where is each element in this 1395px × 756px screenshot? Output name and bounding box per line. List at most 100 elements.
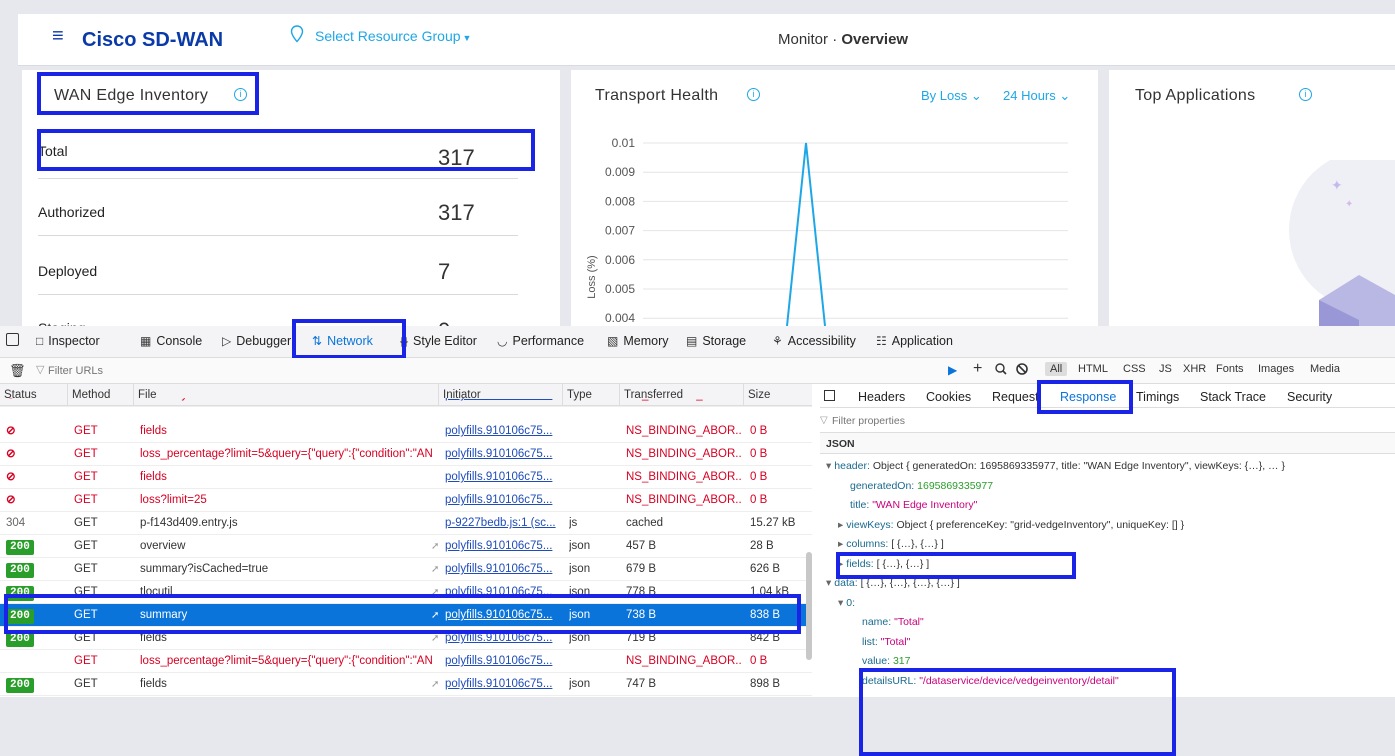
- info-icon[interactable]: i: [1299, 88, 1312, 101]
- file-cell: overview: [140, 535, 437, 558]
- table-row[interactable]: ⊘ GET fields polyfills.910106c75... NS_BINDI…: [0, 466, 812, 489]
- table-row[interactable]: ⊘ GET fields polyfills.910106c75... NS_BINDI…: [0, 420, 812, 443]
- tab-stack-trace[interactable]: Stack Trace: [1200, 390, 1266, 404]
- type-filter-images[interactable]: Images: [1258, 363, 1294, 375]
- pick-element-icon[interactable]: [6, 333, 19, 346]
- xhr-arrow-icon: ➚: [431, 541, 440, 552]
- table-row[interactable]: 200 GET tlocutil ➚ polyfills.910106c75... jso…: [0, 581, 812, 604]
- toggle-sidebar-icon[interactable]: [824, 390, 835, 401]
- info-icon[interactable]: i: [234, 88, 247, 101]
- y-tick-label: 0.01: [612, 136, 636, 150]
- range-dropdown[interactable]: 24 Hours ⌄: [1003, 88, 1070, 104]
- tab-response[interactable]: Response: [1060, 390, 1116, 404]
- initiator-text[interactable]: polyfills.910106c75...: [445, 632, 552, 644]
- expand-arrow-icon[interactable]: ▾: [826, 577, 831, 589]
- initiator-text[interactable]: polyfills.910106c75...: [445, 586, 552, 598]
- json-node[interactable]: ▸ viewKeys: Object { preferenceKey: "grid…: [838, 519, 1184, 531]
- resource-group-dropdown[interactable]: Select Resource Group ▼: [315, 28, 471, 44]
- type-filter-media[interactable]: Media: [1310, 363, 1340, 375]
- tab-headers[interactable]: Headers: [858, 390, 905, 404]
- initiator-text[interactable]: polyfills.910106c75...: [445, 609, 552, 621]
- y-tick-label: 0.009: [605, 165, 635, 179]
- initiator-text[interactable]: polyfills.910106c75...: [445, 425, 552, 437]
- plus-icon[interactable]: +: [973, 360, 982, 378]
- play-icon[interactable]: ▶: [948, 363, 957, 377]
- json-token: [ {…}, {…} ]: [891, 538, 944, 550]
- tab-timings[interactable]: Timings: [1136, 390, 1179, 404]
- scrollbar-thumb[interactable]: [806, 552, 812, 660]
- block-icon[interactable]: [1015, 361, 1029, 377]
- initiator-text[interactable]: polyfills.910106c75...: [445, 494, 552, 506]
- tab-accessibility[interactable]: ⚘ Accessibility: [772, 334, 856, 348]
- file-cell: summary: [140, 398, 437, 406]
- table-row[interactable]: 200 GET summary?isCached=true ➚ polyfills.91…: [0, 558, 812, 581]
- metric-dropdown[interactable]: By Loss ⌄: [921, 88, 982, 104]
- tab-inspector[interactable]: □ Inspector: [36, 334, 100, 348]
- expand-arrow-icon[interactable]: ▾: [838, 597, 843, 609]
- hamburger-icon[interactable]: ≡: [52, 26, 64, 46]
- collapse-arrow-icon[interactable]: ▸: [838, 558, 843, 570]
- table-row[interactable]: 200 GET overview ➚ polyfills.910106c75... jso…: [0, 535, 812, 558]
- table-row[interactable]: 200 GET fields ➚ polyfills.910106c75... json 7…: [0, 673, 812, 696]
- trash-icon[interactable]: 🗑: [9, 363, 26, 379]
- initiator-text[interactable]: polyfills.910106c75...: [445, 655, 552, 667]
- search-icon[interactable]: [995, 361, 1007, 377]
- tab-label: Console: [156, 334, 203, 348]
- json-token: Object { generatedOn: 1695869335977, tit…: [872, 460, 1285, 472]
- inventory-row-total[interactable]: Total 317: [38, 129, 518, 179]
- table-row[interactable]: ⊘ GET summary polyfills.910106c75... NS_BIND…: [0, 398, 812, 407]
- tab-debugger[interactable]: ▷ Debugger: [222, 334, 291, 348]
- json-node[interactable]: ▾ data: [ {…}, {…}, {…}, {…} ]: [826, 577, 960, 589]
- inventory-label: Total: [38, 143, 68, 159]
- initiator-text[interactable]: polyfills.910106c75...: [445, 678, 552, 690]
- inventory-row-authorized[interactable]: Authorized 317: [38, 186, 518, 236]
- type-filter-all[interactable]: All: [1045, 362, 1068, 376]
- tab-performance[interactable]: ◡ Performance: [497, 334, 584, 348]
- tab-application[interactable]: ☷ Application: [876, 334, 953, 348]
- tab-style-editor[interactable]: {} Style Editor: [400, 334, 477, 348]
- json-node[interactable]: ▸ columns: [ {…}, {…} ]: [838, 538, 944, 550]
- tab-request[interactable]: Request: [992, 390, 1038, 404]
- size-cell: 838 B: [750, 604, 804, 627]
- table-row[interactable]: 200 GET fields ➚ polyfills.910106c75... json 7…: [0, 627, 812, 650]
- table-row[interactable]: GET loss_percentage?limit=5&query={"query…: [0, 650, 812, 673]
- initiator-text[interactable]: polyfills.910106c75...: [445, 471, 552, 483]
- collapse-arrow-icon[interactable]: ▸: [838, 538, 843, 550]
- filter-urls-input[interactable]: [48, 362, 348, 380]
- initiator-text[interactable]: polyfills.910106c75...: [445, 398, 552, 401]
- type-filter-css[interactable]: CSS: [1123, 363, 1146, 375]
- console-icon: ▦: [140, 334, 152, 348]
- table-row[interactable]: ⊘ GET loss?limit=25 polyfills.910106c75... N…: [0, 489, 812, 512]
- expand-arrow-icon[interactable]: ▾: [826, 460, 831, 472]
- table-row[interactable]: 304 GET p-f143d409.entry.js p-9227bedb.js:1…: [0, 512, 812, 535]
- tab-cookies[interactable]: Cookies: [926, 390, 971, 404]
- metric-dropdown-label: By Loss: [921, 88, 968, 103]
- type-text: json: [569, 678, 591, 690]
- json-node[interactable]: ▾ 0:: [838, 597, 855, 609]
- tab-storage[interactable]: ▤ Storage: [686, 334, 746, 348]
- transferred-text: 738 B: [626, 609, 657, 621]
- type-filter-html[interactable]: HTML: [1078, 363, 1108, 375]
- info-icon[interactable]: i: [747, 88, 760, 101]
- json-node[interactable]: ▾ header: Object { generatedOn: 169586933…: [826, 460, 1285, 472]
- tab-console[interactable]: ▦ Console: [140, 334, 202, 348]
- type-filter-js[interactable]: JS: [1159, 363, 1172, 375]
- initiator-text[interactable]: p-9227bedb.js:1 (sc...: [445, 517, 556, 529]
- table-row[interactable]: ⊘ GET loss_percentage?limit=5&query={"quer…: [0, 443, 812, 466]
- initiator-text[interactable]: polyfills.910106c75...: [445, 563, 552, 575]
- json-node[interactable]: ▸ fields: [ {…}, {…} ]: [838, 558, 929, 570]
- filter-properties-input[interactable]: [832, 413, 1132, 429]
- type-filter-fonts[interactable]: Fonts: [1216, 363, 1244, 375]
- series-line[interactable]: [786, 142, 826, 326]
- inventory-row-deployed[interactable]: Deployed 7: [38, 245, 518, 295]
- method-text: GET: [74, 425, 98, 437]
- tab-network[interactable]: ⇅ Network: [312, 334, 373, 348]
- breadcrumb-section[interactable]: Monitor: [778, 31, 828, 48]
- tab-security[interactable]: Security: [1287, 390, 1332, 404]
- initiator-text[interactable]: polyfills.910106c75...: [445, 448, 552, 460]
- collapse-arrow-icon[interactable]: ▸: [838, 519, 843, 531]
- table-row-selected[interactable]: 200 GET summary ➚ polyfills.910106c75... json…: [0, 604, 812, 627]
- initiator-text[interactable]: polyfills.910106c75...: [445, 540, 552, 552]
- type-filter-xhr[interactable]: XHR: [1183, 363, 1206, 375]
- tab-memory[interactable]: ▧ Memory: [607, 334, 669, 348]
